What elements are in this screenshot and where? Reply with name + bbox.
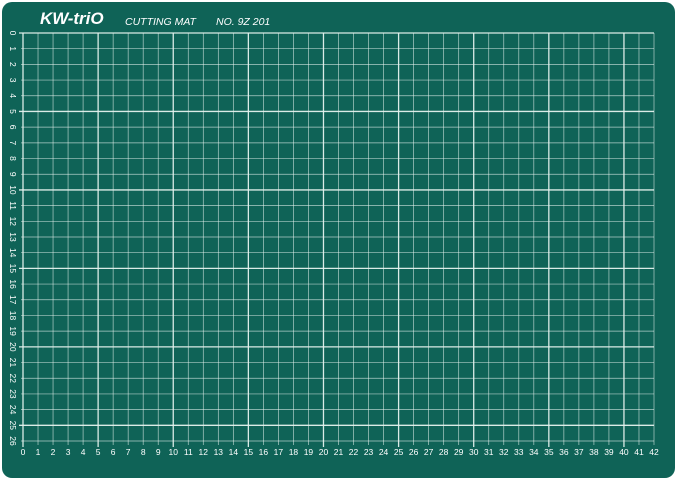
ruler-number-bottom: 21 xyxy=(334,447,344,457)
ruler-number-bottom: 40 xyxy=(619,447,629,457)
ruler-number-left: 5 xyxy=(8,109,18,114)
ruler-number-bottom: 2 xyxy=(51,447,56,457)
ruler-number-left: 25 xyxy=(8,421,18,431)
ruler-number-bottom: 27 xyxy=(424,447,434,457)
ruler-number-left: 2 xyxy=(8,62,18,67)
ruler-number-bottom: 38 xyxy=(589,447,599,457)
ruler-number-left: 10 xyxy=(8,185,18,195)
ruler-number-left: 23 xyxy=(8,389,18,399)
ruler-number-bottom: 20 xyxy=(319,447,329,457)
ruler-number-left: 12 xyxy=(8,217,18,227)
ruler-number-bottom: 25 xyxy=(394,447,404,457)
ruler-number-bottom: 28 xyxy=(439,447,449,457)
ruler-number-bottom: 7 xyxy=(126,447,131,457)
ruler-number-bottom: 9 xyxy=(156,447,161,457)
ruler-number-bottom: 29 xyxy=(454,447,464,457)
brand-logo: KW-triO xyxy=(40,9,104,28)
cutting-mat: 0 1 2 3 4 5 6 7 8 9 10 11 12 13 14 15 16 17 18 19 20 21 22 23 24… xyxy=(2,2,675,478)
ruler-number-bottom: 33 xyxy=(514,447,524,457)
ruler-number-left: 0 xyxy=(8,31,18,36)
ruler-number-left: 13 xyxy=(8,232,18,242)
ruler-number-left: 18 xyxy=(8,311,18,321)
ruler-number-bottom: 0 xyxy=(21,447,26,457)
ruler-number-bottom: 17 xyxy=(274,447,284,457)
ruler-number-bottom: 14 xyxy=(229,447,239,457)
ruler-number-bottom: 12 xyxy=(199,447,209,457)
ruler-number-bottom: 18 xyxy=(289,447,299,457)
ruler-number-left: 8 xyxy=(8,156,18,161)
ruler-number-left: 26 xyxy=(8,436,18,446)
ruler-number-bottom: 41 xyxy=(634,447,644,457)
ruler-number-bottom: 15 xyxy=(244,447,254,457)
ruler-number-left: 1 xyxy=(8,46,18,51)
ruler-number-left: 3 xyxy=(8,78,18,83)
mat-label: CUTTING MAT xyxy=(125,16,198,28)
ruler-number-bottom: 8 xyxy=(141,447,146,457)
ruler-number-bottom: 34 xyxy=(529,447,539,457)
ruler-number-bottom: 42 xyxy=(649,447,659,457)
ruler-number-bottom: 5 xyxy=(96,447,101,457)
ruler-number-left: 11 xyxy=(8,201,18,210)
ruler-number-left: 7 xyxy=(8,140,18,145)
ruler-number-bottom: 31 xyxy=(484,447,494,457)
ruler-number-left: 19 xyxy=(8,326,18,336)
ruler-number-bottom: 13 xyxy=(214,447,224,457)
ruler-number-bottom: 4 xyxy=(81,447,86,457)
ruler-number-bottom: 39 xyxy=(604,447,614,457)
ruler-number-bottom: 23 xyxy=(364,447,374,457)
ruler-number-bottom: 1 xyxy=(36,447,41,457)
ruler-number-left: 17 xyxy=(8,295,18,305)
ruler-number-bottom: 24 xyxy=(379,447,389,457)
ruler-number-bottom: 35 xyxy=(544,447,554,457)
ruler-number-bottom: 36 xyxy=(559,447,569,457)
ruler-number-left: 15 xyxy=(8,264,18,274)
ruler-number-left: 4 xyxy=(8,93,18,98)
ruler-number-bottom: 37 xyxy=(574,447,584,457)
ruler-number-bottom: 32 xyxy=(499,447,509,457)
ruler-number-left: 14 xyxy=(8,248,18,258)
ruler-number-left: 24 xyxy=(8,405,18,415)
ruler-number-bottom: 30 xyxy=(469,447,479,457)
model-number: NO. 9Z 201 xyxy=(216,16,270,28)
ruler-number-bottom: 10 xyxy=(169,447,179,457)
ruler-number-left: 21 xyxy=(8,358,18,368)
ruler-number-bottom: 11 xyxy=(184,447,193,457)
ruler-number-left: 16 xyxy=(8,279,18,289)
ruler-number-bottom: 3 xyxy=(66,447,71,457)
ruler-number-left: 9 xyxy=(8,172,18,177)
ruler-number-bottom: 6 xyxy=(111,447,116,457)
ruler-number-left: 22 xyxy=(8,373,18,383)
ruler-number-bottom: 26 xyxy=(409,447,419,457)
ruler-number-left: 20 xyxy=(8,342,18,352)
ruler-number-bottom: 22 xyxy=(349,447,359,457)
ruler-number-bottom: 19 xyxy=(304,447,314,457)
ruler-number-bottom: 16 xyxy=(259,447,269,457)
ruler-number-left: 6 xyxy=(8,125,18,130)
